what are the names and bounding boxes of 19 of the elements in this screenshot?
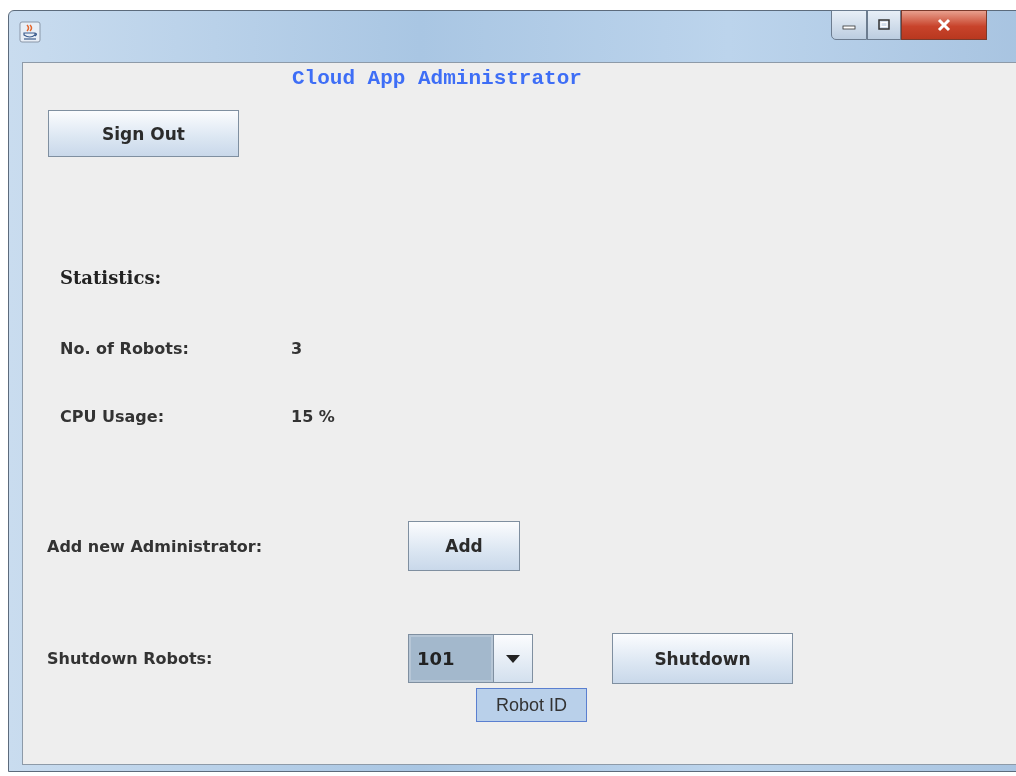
close-button[interactable] xyxy=(901,10,987,40)
minimize-button[interactable] xyxy=(831,10,867,40)
shutdown-label: Shutdown Robots: xyxy=(47,649,214,668)
stat-value: 15 % xyxy=(291,407,335,426)
close-icon xyxy=(936,18,952,32)
stat-label: No. of Robots: xyxy=(60,339,190,358)
caret-icon xyxy=(506,654,520,663)
coffee-cup-icon xyxy=(19,21,41,43)
add-admin-label: Add new Administrator: xyxy=(47,536,264,556)
stat-value: 3 xyxy=(291,339,303,358)
add-button[interactable]: Add xyxy=(408,521,520,571)
app-heading: Cloud App Administrator xyxy=(292,67,583,92)
stat-label: CPU Usage: xyxy=(60,407,166,426)
maximize-button[interactable] xyxy=(867,10,901,40)
maximize-icon xyxy=(877,19,891,31)
tooltip: Robot ID xyxy=(476,688,587,722)
sign-out-button[interactable]: Sign Out xyxy=(48,110,239,157)
statistics-heading: Statistics: xyxy=(60,267,163,290)
shutdown-button[interactable]: Shutdown xyxy=(612,633,793,684)
